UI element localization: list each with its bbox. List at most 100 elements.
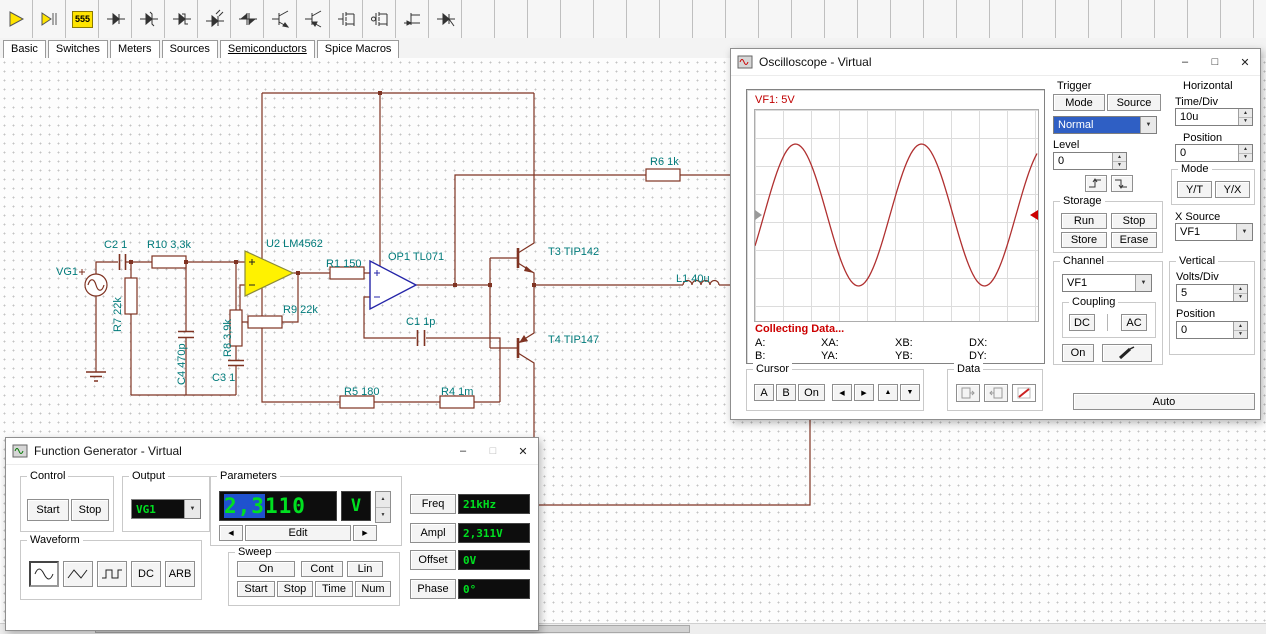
sweep-stop-button[interactable]: Stop	[277, 581, 313, 597]
channel-dropdown-icon[interactable]: ▼	[1135, 275, 1151, 291]
scr-thyristor-icon[interactable]	[429, 0, 462, 38]
cursor-jump-down-icon[interactable]: ▼	[900, 384, 920, 401]
time-div-down-icon[interactable]: ▼	[1239, 117, 1252, 125]
vertical-position-down-icon[interactable]: ▼	[1234, 330, 1247, 338]
function-generator-titlebar[interactable]: Function Generator - Virtual – □ ✕	[6, 438, 538, 465]
led-icon[interactable]	[198, 0, 231, 38]
sweep-lin-button[interactable]: Lin	[347, 561, 383, 577]
volts-div-up-icon[interactable]: ▲	[1234, 285, 1247, 294]
time-div-up-icon[interactable]: ▲	[1239, 109, 1252, 118]
waveform-sine-icon[interactable]	[29, 561, 59, 587]
sweep-on-button[interactable]: On	[237, 561, 295, 577]
time-div-spinner[interactable]: 10u ▲ ▼	[1175, 108, 1253, 126]
diode-icon[interactable]	[99, 0, 132, 38]
vertical-position-spinner[interactable]: 0 ▲ ▼	[1176, 321, 1248, 339]
tab-meters[interactable]: Meters	[109, 40, 160, 58]
horizontal-position-up-icon[interactable]: ▲	[1239, 145, 1252, 154]
cursor-jump-up-icon[interactable]: ▲	[878, 384, 898, 401]
maximize-button[interactable]: □	[1200, 50, 1230, 75]
edit-button[interactable]: Edit	[245, 525, 351, 541]
x-source-select[interactable]: VF1 ▼	[1175, 223, 1253, 241]
npn-transistor-icon[interactable]	[264, 0, 297, 38]
sweep-cont-button[interactable]: Cont	[301, 561, 343, 577]
parameter-spinner[interactable]: ▲ ▼	[375, 491, 391, 523]
trigger-level-up-icon[interactable]: ▲	[1113, 153, 1126, 162]
output-select[interactable]: VG1 ▼	[131, 499, 201, 519]
tab-basic[interactable]: Basic	[3, 40, 46, 58]
sweep-num-button[interactable]: Num	[355, 581, 391, 597]
fg-minimize-button[interactable]: –	[448, 439, 478, 464]
trigger-mode-select[interactable]: Normal ▼	[1053, 116, 1157, 134]
waveform-dc-button[interactable]: DC	[131, 561, 161, 587]
mode-yx-button[interactable]: Y/X	[1215, 181, 1250, 198]
storage-stop-button[interactable]: Stop	[1111, 213, 1157, 229]
tab-spice-macros[interactable]: Spice Macros	[316, 40, 400, 58]
trigger-mode-button[interactable]: Mode	[1053, 94, 1105, 111]
tab-semiconductors[interactable]: Semiconductors	[219, 40, 315, 58]
parameter-down-icon[interactable]: ▼	[376, 507, 390, 522]
timer-555-icon[interactable]: 555	[66, 0, 99, 38]
waveform-triangle-icon[interactable]	[63, 561, 93, 587]
run-icon[interactable]	[0, 0, 33, 38]
jfet-transistor-icon[interactable]	[396, 0, 429, 38]
trigger-rising-edge-icon[interactable]	[1085, 175, 1107, 192]
storage-store-button[interactable]: Store	[1061, 232, 1107, 248]
coupling-dc-button[interactable]: DC	[1069, 314, 1095, 331]
phase-button[interactable]: Phase	[410, 579, 456, 599]
data-export-icon[interactable]	[956, 384, 980, 402]
freq-button[interactable]: Freq	[410, 494, 456, 514]
trigger-level-down-icon[interactable]: ▼	[1113, 161, 1126, 169]
storage-erase-button[interactable]: Erase	[1111, 232, 1157, 248]
tab-sources[interactable]: Sources	[161, 40, 218, 58]
coupling-ac-button[interactable]: AC	[1121, 314, 1147, 331]
offset-button[interactable]: Offset	[410, 550, 456, 570]
output-dropdown-icon[interactable]: ▼	[184, 500, 200, 518]
sweep-time-button[interactable]: Time	[315, 581, 353, 597]
cursor-a-button[interactable]: A	[754, 384, 774, 401]
vertical-position-up-icon[interactable]: ▲	[1234, 322, 1247, 331]
sweep-start-button[interactable]: Start	[237, 581, 275, 597]
data-report-icon[interactable]	[1012, 384, 1036, 402]
trigger-level-spinner[interactable]: 0 ▲ ▼	[1053, 152, 1127, 170]
digit-right-icon[interactable]: ▶	[353, 525, 377, 541]
trigger-falling-edge-icon[interactable]	[1111, 175, 1133, 192]
run-fast-icon[interactable]	[33, 0, 66, 38]
close-button[interactable]: ✕	[1230, 50, 1260, 75]
channel-probe-icon[interactable]	[1102, 344, 1152, 362]
parameter-up-icon[interactable]: ▲	[376, 492, 390, 508]
pmos-transistor-icon[interactable]	[363, 0, 396, 38]
volts-div-down-icon[interactable]: ▼	[1234, 293, 1247, 301]
pnp-transistor-icon[interactable]	[297, 0, 330, 38]
trigger-source-button[interactable]: Source	[1107, 94, 1161, 111]
horizontal-position-spinner[interactable]: 0 ▲ ▼	[1175, 144, 1253, 162]
mode-yt-button[interactable]: Y/T	[1177, 181, 1212, 198]
oscilloscope-titlebar[interactable]: Oscilloscope - Virtual – □ ✕	[731, 49, 1260, 76]
nmos-transistor-icon[interactable]	[330, 0, 363, 38]
ampl-button[interactable]: Ampl	[410, 523, 456, 543]
fg-maximize-button[interactable]: □	[478, 439, 508, 464]
data-import-icon[interactable]	[984, 384, 1008, 402]
schottky-diode-icon[interactable]	[165, 0, 198, 38]
parameter-value-display[interactable]: 2,3 110	[219, 491, 337, 521]
digit-left-icon[interactable]: ◀	[219, 525, 243, 541]
fg-close-button[interactable]: ✕	[508, 439, 538, 464]
storage-run-button[interactable]: Run	[1061, 213, 1107, 229]
cursor-right-icon[interactable]: ▶	[854, 384, 874, 401]
cursor-left-icon[interactable]: ◀	[832, 384, 852, 401]
volts-div-spinner[interactable]: 5 ▲ ▼	[1176, 284, 1248, 302]
channel-on-button[interactable]: On	[1062, 344, 1094, 362]
fg-stop-button[interactable]: Stop	[71, 499, 109, 521]
auto-button[interactable]: Auto	[1073, 393, 1255, 410]
cursor-on-button[interactable]: On	[798, 384, 825, 401]
waveform-arb-button[interactable]: ARB	[165, 561, 195, 587]
minimize-button[interactable]: –	[1170, 50, 1200, 75]
trigger-mode-dropdown-icon[interactable]: ▼	[1140, 117, 1156, 133]
zener-diode-icon[interactable]	[132, 0, 165, 38]
cursor-b-button[interactable]: B	[776, 384, 796, 401]
tab-switches[interactable]: Switches	[47, 40, 108, 58]
x-source-dropdown-icon[interactable]: ▼	[1236, 224, 1252, 240]
waveform-square-icon[interactable]	[97, 561, 127, 587]
horizontal-position-down-icon[interactable]: ▼	[1239, 153, 1252, 161]
channel-select[interactable]: VF1 ▼	[1062, 274, 1152, 292]
fg-start-button[interactable]: Start	[27, 499, 69, 521]
